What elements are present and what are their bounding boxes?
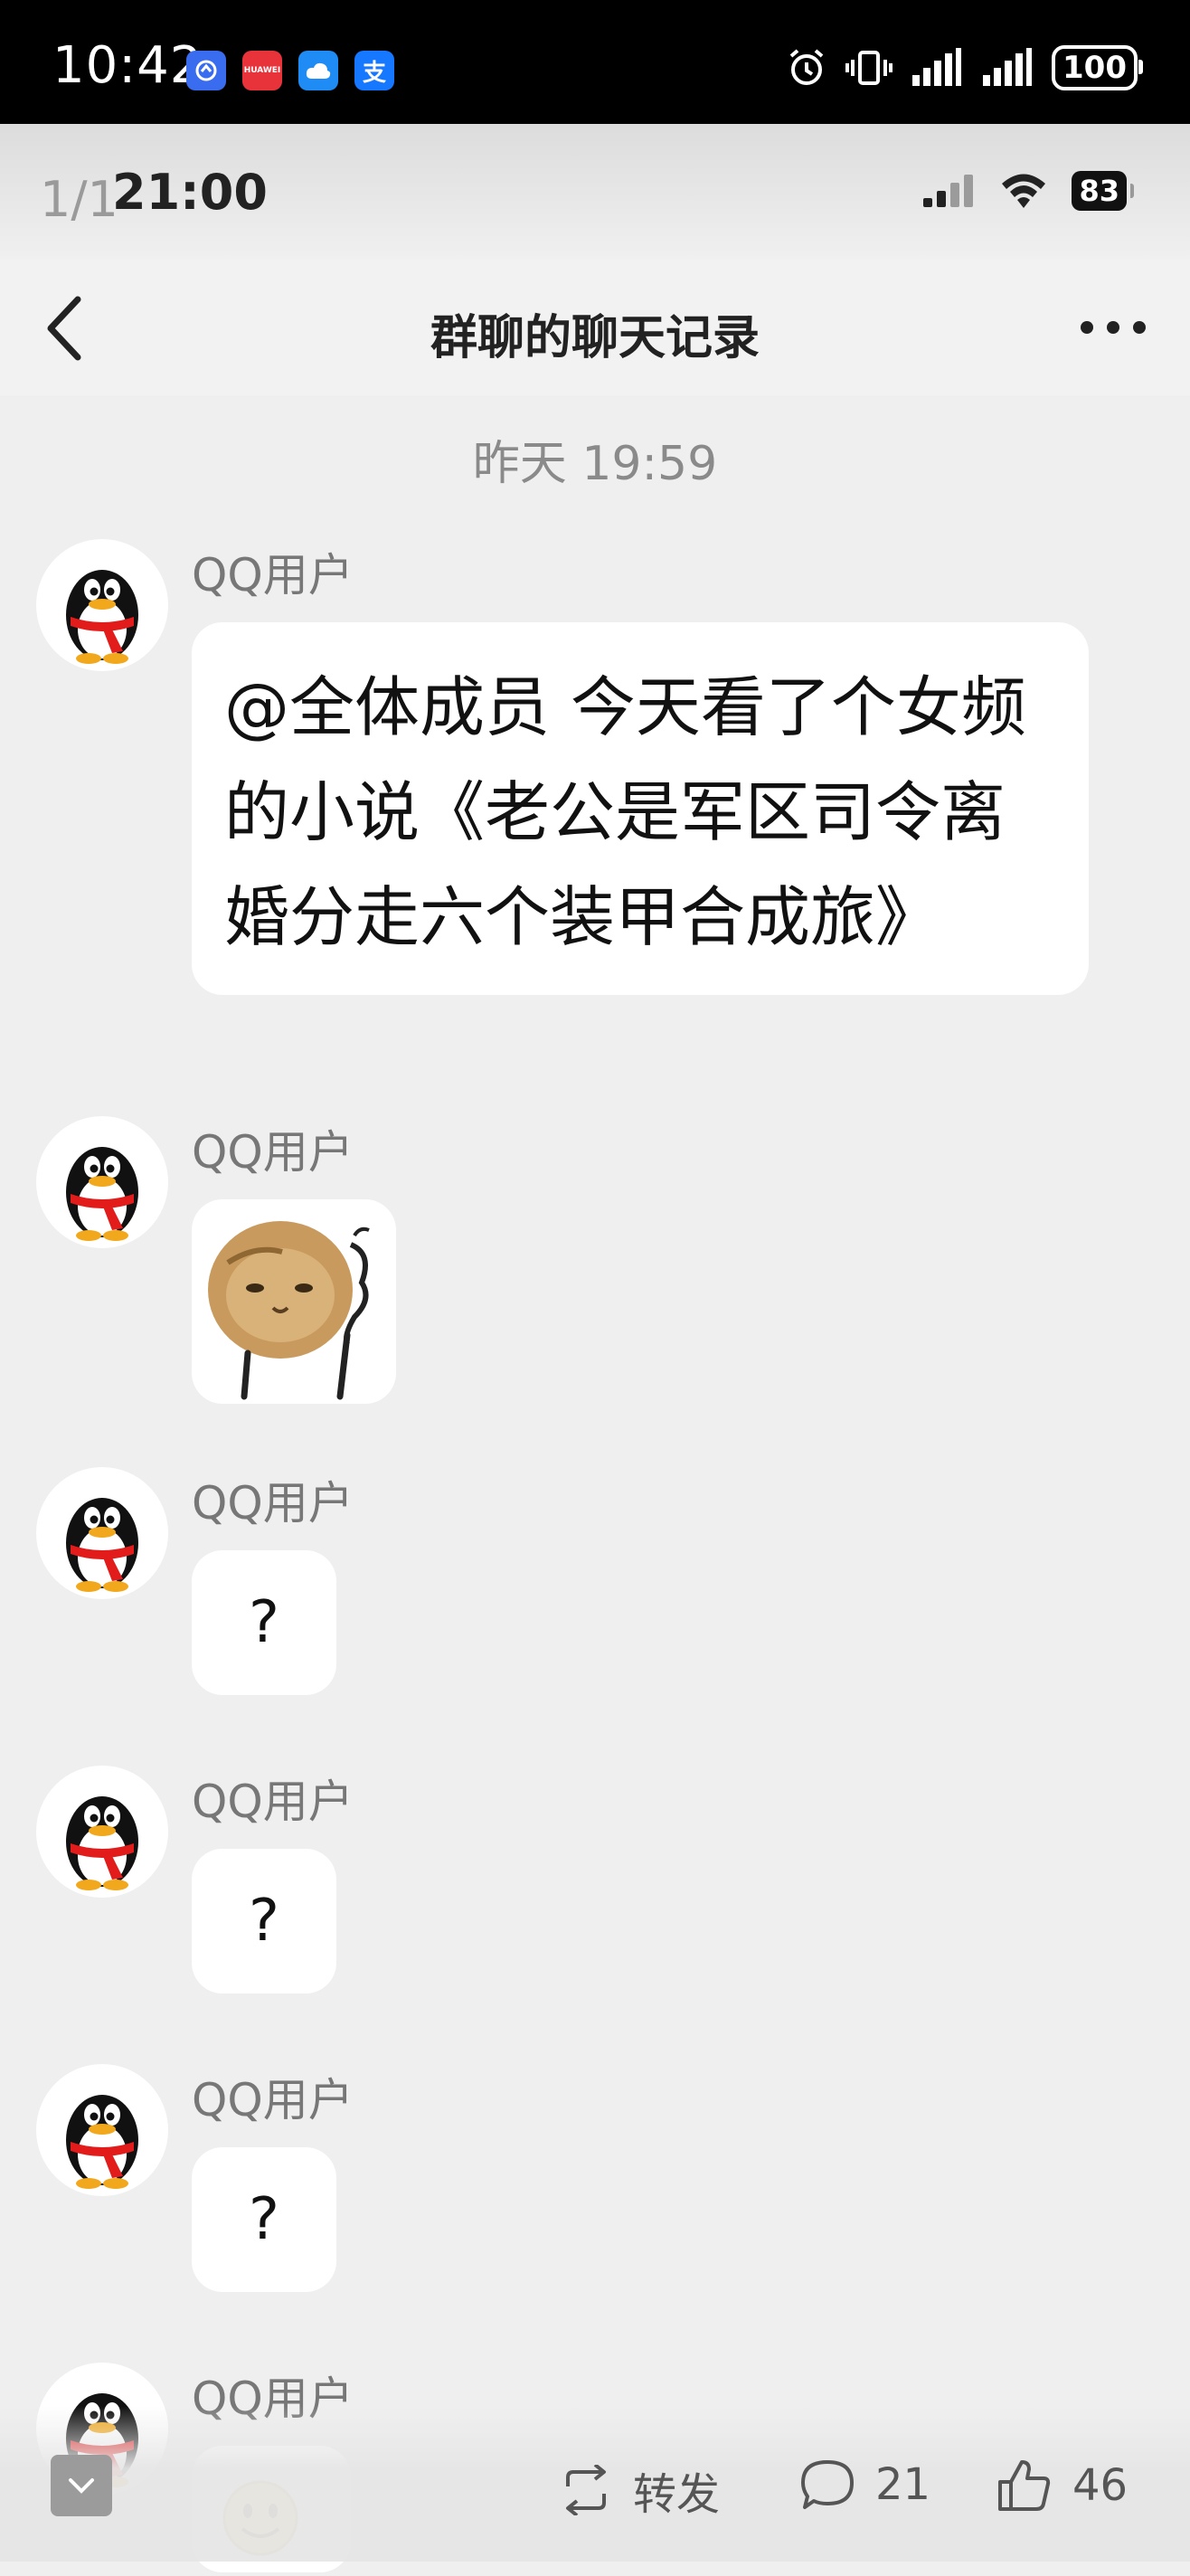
collapse-button[interactable]: [51, 2455, 112, 2516]
qq-penguin-icon: [66, 1147, 138, 1241]
like-button[interactable]: 46: [996, 2458, 1128, 2513]
qq-penguin-icon: [66, 2095, 138, 2189]
cellular-signal-icon: [923, 175, 974, 207]
screenshot-status-bar: 1/1 21:00 83: [0, 124, 1190, 260]
avatar[interactable]: [36, 1116, 168, 1248]
qq-penguin-icon: [66, 1498, 138, 1592]
wifi-icon: [1002, 174, 1046, 208]
sender-name: QQ用户: [192, 2074, 354, 2126]
thumbs-up-icon: [998, 2460, 1051, 2511]
cat-thinking-sticker: [208, 1221, 370, 1400]
sender-name: QQ用户: [192, 1477, 354, 1530]
like-count: 46: [1072, 2460, 1129, 2511]
sender-name: QQ用户: [192, 1776, 354, 1828]
app-notification-icon: [186, 51, 226, 90]
avatar[interactable]: [36, 539, 168, 671]
chat-history-navbar: 群聊的聊天记录: [0, 260, 1190, 395]
forward-button[interactable]: 转发: [559, 2458, 720, 2522]
qq-penguin-icon: [66, 570, 138, 664]
chevron-down-icon: [69, 2478, 94, 2494]
vibrate-icon: [845, 51, 893, 85]
page-counter: 1/1: [40, 171, 118, 228]
repost-icon: [566, 2465, 606, 2515]
device-status-bar: 10:42 HUAWEI 支 100: [0, 0, 1190, 124]
huawei-appgallery-icon: HUAWEI: [242, 51, 282, 90]
alipay-icon: 支: [354, 51, 394, 90]
alarm-icon: [789, 49, 824, 85]
sticker-message[interactable]: [192, 1199, 396, 1404]
sender-name: QQ用户: [192, 549, 354, 601]
sender-name: QQ用户: [192, 1126, 354, 1179]
avatar[interactable]: [36, 1766, 168, 1898]
post-action-bar: 转发 21 46: [0, 2406, 1190, 2562]
comment-count: 21: [875, 2459, 931, 2510]
forward-label: 转发: [633, 2469, 721, 2520]
message-bubble[interactable]: @全体成员 今天看了个女频的小说《老公是军区司令离婚分走六个装甲合成旅》: [192, 622, 1089, 995]
more-icon: [1081, 321, 1146, 334]
comment-button[interactable]: 21: [799, 2458, 930, 2511]
battery-indicator: 100: [1052, 45, 1143, 90]
device-clock: 10:42: [52, 36, 203, 95]
avatar[interactable]: [36, 1467, 168, 1599]
screenshot-clock: 21:00: [112, 164, 268, 221]
signal-icon: [912, 48, 962, 86]
avatar[interactable]: [36, 2064, 168, 2196]
message-bubble[interactable]: ?: [192, 2147, 336, 2292]
message-bubble[interactable]: ?: [192, 1849, 336, 1994]
comment-icon: [801, 2460, 854, 2509]
signal-icon-2: [983, 48, 1033, 86]
more-options-button[interactable]: [1072, 296, 1154, 359]
screenshot-battery-indicator: 83: [1072, 171, 1134, 211]
qq-penguin-icon: [66, 1796, 138, 1890]
message-bubble[interactable]: ?: [192, 1550, 336, 1695]
message-timestamp: 昨天 19:59: [472, 437, 718, 491]
cloud-icon: [298, 51, 338, 90]
page-title: 群聊的聊天记录: [430, 311, 760, 365]
